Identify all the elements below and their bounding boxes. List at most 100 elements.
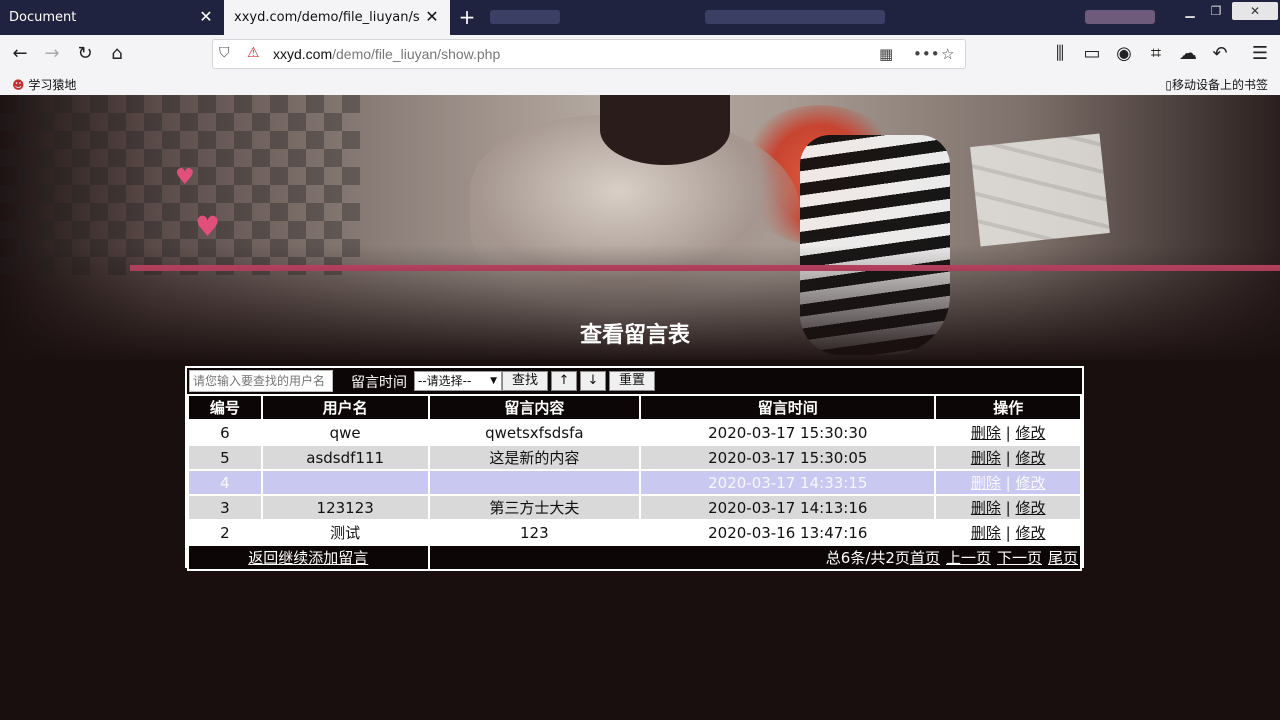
cell-actions: 删除 | 修改 bbox=[934, 494, 1082, 521]
cell-content: 123 bbox=[427, 519, 642, 546]
blurred-tab bbox=[1085, 10, 1155, 24]
close-icon[interactable]: ✕ bbox=[424, 9, 440, 25]
last-page-link[interactable]: 尾页 bbox=[1048, 549, 1078, 567]
undo-icon[interactable]: ↶ bbox=[1208, 42, 1232, 66]
edit-link[interactable]: 修改 bbox=[1016, 474, 1046, 492]
back-to-add-link[interactable]: 返回继续添加留言 bbox=[248, 549, 368, 567]
tab-show-php[interactable]: xxyd.com/demo/file_liuyan/show.php ✕ bbox=[224, 0, 450, 35]
minimize-icon[interactable]: ▁ bbox=[1176, 2, 1204, 20]
delete-link[interactable]: 删除 bbox=[971, 474, 1001, 492]
cell-content bbox=[427, 469, 642, 496]
table-row: 5 asdsdf111 这是新的内容 2020-03-17 15:30:05 删… bbox=[187, 444, 1082, 471]
message-board: 留言时间 --请选择-- ▼ 查找 ↑ ↓ 重置 编号 用户名 留言内容 留言时… bbox=[185, 366, 1084, 571]
edit-link[interactable]: 修改 bbox=[1016, 524, 1046, 542]
cell-id: 6 bbox=[187, 419, 263, 446]
header-id: 编号 bbox=[187, 394, 263, 421]
search-button[interactable]: 查找 bbox=[502, 371, 548, 391]
table-row: 6 qwe qwetsxfsdsfa 2020-03-17 15:30:30 删… bbox=[187, 419, 1082, 446]
home-icon[interactable]: ⌂ bbox=[105, 42, 129, 66]
delete-link[interactable]: 删除 bbox=[971, 424, 1001, 442]
cell-time: 2020-03-17 14:33:15 bbox=[639, 469, 937, 496]
cell-time: 2020-03-17 14:13:16 bbox=[639, 494, 937, 521]
cell-id: 2 bbox=[187, 519, 263, 546]
account-icon[interactable]: ◉ bbox=[1112, 42, 1136, 66]
table-footer: 返回继续添加留言 总6条/共2页首页 上一页 下一页 尾页 bbox=[187, 544, 1083, 571]
url-text: xxyd.com/demo/file_liuyan/show.php bbox=[273, 46, 501, 62]
cell-actions: 删除 | 修改 bbox=[934, 469, 1082, 496]
mobile-icon: ▯ bbox=[1165, 78, 1172, 92]
bookmarks-bar: ☻ 学习猿地 ▯移动设备上的书签 bbox=[0, 73, 1280, 95]
cell-actions: 删除 | 修改 bbox=[934, 444, 1082, 471]
cell-id: 5 bbox=[187, 444, 263, 471]
url-bar[interactable]: ⛉ ⚠ xxyd.com/demo/file_liuyan/show.php ▦… bbox=[212, 39, 966, 69]
header-content: 留言内容 bbox=[427, 394, 642, 421]
cell-content: 这是新的内容 bbox=[427, 444, 642, 471]
cell-time: 2020-03-17 15:30:30 bbox=[639, 419, 937, 446]
dropdown-arrow-icon: ▼ bbox=[490, 376, 497, 386]
back-icon[interactable]: ← bbox=[8, 42, 32, 66]
menu-icon[interactable]: ☰ bbox=[1248, 42, 1272, 66]
qr-code-icon[interactable]: ▦ bbox=[879, 45, 893, 63]
sidebar-icon[interactable]: ▭ bbox=[1080, 42, 1104, 66]
prev-page-link[interactable]: 上一页 bbox=[946, 549, 991, 567]
edit-link[interactable]: 修改 bbox=[1016, 499, 1046, 517]
username-search-input[interactable] bbox=[189, 370, 333, 392]
cell-id: 3 bbox=[187, 494, 263, 521]
header-time: 留言时间 bbox=[639, 394, 937, 421]
table-header: 编号 用户名 留言内容 留言时间 操作 bbox=[187, 394, 1082, 421]
more-icon[interactable]: ••• bbox=[913, 45, 940, 63]
table-row: 2 测试 123 2020-03-16 13:47:16 删除 | 修改 bbox=[187, 519, 1082, 546]
tab-label: xxyd.com/demo/file_liuyan/show.php bbox=[234, 10, 419, 25]
tab-document[interactable]: Document ✕ bbox=[0, 0, 224, 35]
cell-time: 2020-03-16 13:47:16 bbox=[639, 519, 937, 546]
tab-bar: Document ✕ xxyd.com/demo/file_liuyan/sho… bbox=[0, 0, 1280, 35]
header-actions: 操作 bbox=[934, 394, 1082, 421]
sort-down-button[interactable]: ↓ bbox=[580, 371, 606, 391]
message-table: 编号 用户名 留言内容 留言时间 操作 6 qwe qwetsxfsdsfa 2… bbox=[187, 394, 1083, 571]
next-page-link[interactable]: 下一页 bbox=[997, 549, 1042, 567]
page-summary: 总6条/共2页 bbox=[825, 549, 910, 567]
cell-user: 测试 bbox=[260, 519, 430, 546]
crop-icon[interactable]: ⌗ bbox=[1144, 42, 1168, 66]
maximize-icon[interactable]: ❐ bbox=[1202, 2, 1230, 20]
forward-icon[interactable]: → bbox=[40, 42, 64, 66]
time-select[interactable]: --请选择-- ▼ bbox=[414, 371, 502, 391]
bookmark-item[interactable]: ☻ 学习猿地 bbox=[12, 76, 76, 93]
delete-link[interactable]: 删除 bbox=[971, 499, 1001, 517]
web-page: ♥ ♥ 查看留言表 留言时间 --请选择-- ▼ 查找 ↑ ↓ 重置 编号 用户… bbox=[0, 95, 1280, 720]
monkey-icon: ☻ bbox=[12, 78, 25, 92]
cell-time: 2020-03-17 15:30:05 bbox=[639, 444, 937, 471]
edit-link[interactable]: 修改 bbox=[1016, 424, 1046, 442]
pagination: 总6条/共2页首页 上一页 下一页 尾页 bbox=[427, 544, 1083, 571]
insecure-lock-icon[interactable]: ⚠ bbox=[247, 45, 260, 61]
tab-label: Document bbox=[9, 10, 77, 25]
window-close-icon[interactable]: ✕ bbox=[1232, 2, 1278, 20]
table-row: 3 123123 第三方士大夫 2020-03-17 14:13:16 删除 |… bbox=[187, 494, 1082, 521]
cell-user: qwe bbox=[260, 419, 430, 446]
mobile-bookmarks[interactable]: ▯移动设备上的书签 bbox=[1165, 76, 1268, 93]
library-icon[interactable]: ⫼ bbox=[1048, 42, 1072, 66]
search-bar: 留言时间 --请选择-- ▼ 查找 ↑ ↓ 重置 bbox=[187, 368, 1082, 394]
cell-user: 123123 bbox=[260, 494, 430, 521]
cell-actions: 删除 | 修改 bbox=[934, 519, 1082, 546]
blurred-tab bbox=[705, 10, 885, 24]
reset-button[interactable]: 重置 bbox=[609, 371, 655, 391]
first-page-link[interactable]: 首页 bbox=[910, 549, 940, 567]
new-tab-icon[interactable]: + bbox=[456, 5, 478, 29]
shield-icon[interactable]: ⛉ bbox=[219, 45, 230, 61]
time-label: 留言时间 bbox=[351, 375, 407, 391]
close-icon[interactable]: ✕ bbox=[198, 9, 214, 25]
sort-up-button[interactable]: ↑ bbox=[551, 371, 577, 391]
back-cell: 返回继续添加留言 bbox=[187, 544, 430, 571]
edit-link[interactable]: 修改 bbox=[1016, 449, 1046, 467]
cell-user: asdsdf111 bbox=[260, 444, 430, 471]
delete-link[interactable]: 删除 bbox=[971, 449, 1001, 467]
cell-id: 4 bbox=[187, 469, 263, 496]
chat-icon[interactable]: ☁ bbox=[1176, 42, 1200, 66]
delete-link[interactable]: 删除 bbox=[971, 524, 1001, 542]
cell-user bbox=[260, 469, 430, 496]
reload-icon[interactable]: ↻ bbox=[73, 42, 97, 66]
cell-actions: 删除 | 修改 bbox=[934, 419, 1082, 446]
cell-content: qwetsxfsdsfa bbox=[427, 419, 642, 446]
bookmark-star-icon[interactable]: ☆ bbox=[941, 45, 954, 63]
